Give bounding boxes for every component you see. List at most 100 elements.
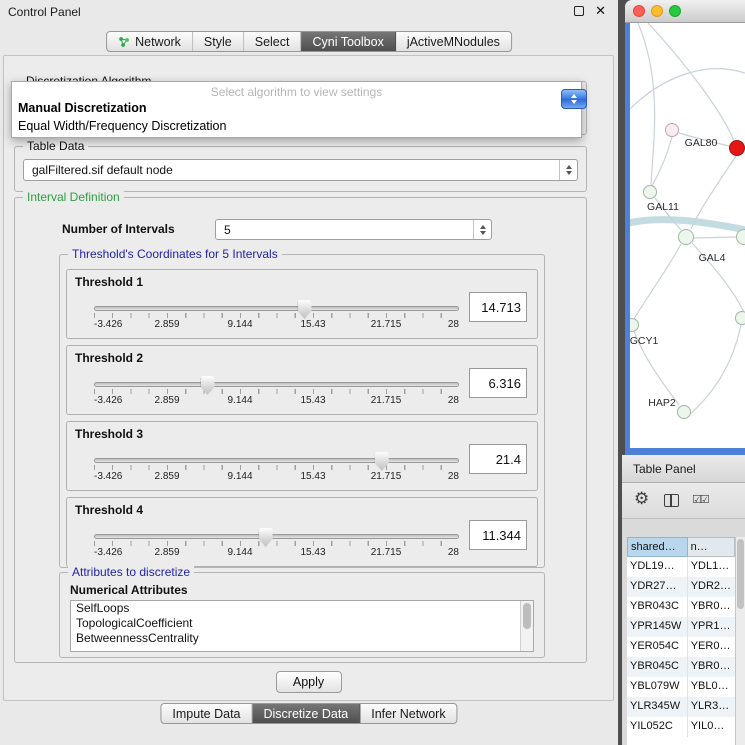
network-node[interactable] <box>729 140 745 156</box>
network-node[interactable] <box>643 185 657 199</box>
apply-button[interactable]: Apply <box>276 671 342 693</box>
table-row[interactable]: YPR145WYPR1… <box>627 617 735 637</box>
scrollbar-thumb[interactable] <box>523 603 531 629</box>
threshold-3-slider[interactable] <box>94 458 459 463</box>
threshold-2-slider[interactable] <box>94 382 459 387</box>
table-cell[interactable]: YER0… <box>688 637 735 657</box>
table-cell[interactable]: YBR045C <box>627 657 688 677</box>
threshold-1-value-field[interactable] <box>469 292 527 322</box>
stepper-up-icon <box>571 94 577 98</box>
tab-impute-data[interactable]: Impute Data <box>161 704 252 723</box>
tab-jactivemnodules[interactable]: jActiveMNodules <box>396 32 511 51</box>
table-body: YDL19…YDL1…YDR27…YDR2…YBR043CYBR0…YPR145… <box>627 557 735 737</box>
table-cell[interactable]: YER054C <box>627 637 688 657</box>
network-node[interactable] <box>735 311 745 325</box>
network-node[interactable] <box>677 405 691 419</box>
close-icon[interactable]: ✕ <box>595 5 606 16</box>
dropdown-option-manual-discretization[interactable]: Manual Discretization <box>12 99 581 117</box>
table-cell[interactable]: YLR3… <box>688 697 735 717</box>
dropdown-option-equal-width-frequency[interactable]: Equal Width/Frequency Discretization <box>12 117 581 135</box>
threshold-label: Threshold 2 <box>75 351 143 365</box>
table-row[interactable]: YDR27…YDR2… <box>627 577 735 597</box>
tab-cyni-toolbox[interactable]: Cyni Toolbox <box>301 32 395 51</box>
scrollbar-thumb[interactable] <box>737 539 744 609</box>
group-label: Table Data <box>23 139 88 153</box>
table-cell[interactable]: YDR27… <box>627 577 688 597</box>
tick-label: 21.715 <box>371 319 402 330</box>
attribute-item[interactable]: TopologicalCoefficient <box>71 616 533 631</box>
tick-label: 9.144 <box>227 319 252 330</box>
table-data-group: Table Data galFiltered.sif default node <box>14 146 587 192</box>
table-row[interactable]: YBR043CYBR0… <box>627 597 735 617</box>
table-cell[interactable]: YBR0… <box>688 657 735 677</box>
threshold-1-block: Threshold 1 -3.4262.8599.14415.4321.7152… <box>66 269 538 339</box>
node-label: HAP2 <box>648 397 675 409</box>
column-header-name[interactable]: n… <box>688 537 735 557</box>
dropdown-placeholder: Select algorithm to view settings <box>12 82 581 99</box>
table-row[interactable]: YDL19…YDL1… <box>627 557 735 577</box>
control-panel-window: Control Panel ✕ Network Style Select Cyn… <box>0 0 618 745</box>
tab-network[interactable]: Network <box>107 32 193 51</box>
table-cell[interactable]: YBR043C <box>627 597 688 617</box>
table-data-combo[interactable]: galFiltered.sif default node <box>23 159 578 181</box>
slider-tick-labels: -3.4262.8599.14415.4321.71528 <box>94 319 459 331</box>
table-cell[interactable]: YLR345W <box>627 697 688 717</box>
table-toolbar: ⚙ ☑☑ <box>622 483 745 519</box>
table-cell[interactable]: YPR145W <box>627 617 688 637</box>
table-cell[interactable]: YBL0… <box>688 677 735 697</box>
tick-label: 9.144 <box>227 471 252 482</box>
threshold-2-value-field[interactable] <box>469 368 527 398</box>
combo-stepper-icon <box>473 220 491 239</box>
slider-ticks <box>94 465 459 470</box>
threshold-3-block: Threshold 3 -3.4262.8599.14415.4321.7152… <box>66 421 538 491</box>
node-label: GAL11 <box>647 201 679 213</box>
table-cell[interactable]: YIL0… <box>688 717 735 737</box>
threshold-4-value-field[interactable] <box>469 520 527 550</box>
table-cell[interactable]: YDL19… <box>627 557 688 577</box>
columns-icon[interactable] <box>664 494 679 507</box>
threshold-3-value-field[interactable] <box>469 444 527 474</box>
group-label: Attributes to discretize <box>68 565 194 579</box>
minimize-traffic-icon[interactable] <box>651 5 663 17</box>
stepper-down-icon <box>571 100 577 104</box>
numerical-attributes-list[interactable]: SelfLoopsTopologicalCoefficientBetweenne… <box>70 600 534 652</box>
table-cell[interactable]: YBR0… <box>688 597 735 617</box>
tab-select[interactable]: Select <box>244 32 302 51</box>
zoom-traffic-icon[interactable] <box>669 5 681 17</box>
tick-label: 28 <box>448 319 459 330</box>
tab-style[interactable]: Style <box>193 32 244 51</box>
tick-label: -3.426 <box>94 547 122 558</box>
table-row[interactable]: YBL079WYBL0… <box>627 677 735 697</box>
float-window-icon[interactable] <box>574 6 584 16</box>
table-scrollbar[interactable] <box>735 537 745 745</box>
attribute-item[interactable]: SelfLoops <box>71 601 533 616</box>
attribute-item[interactable]: BetweennessCentrality <box>71 631 533 646</box>
column-header-shared-name[interactable]: shared… <box>627 537 688 557</box>
network-node[interactable] <box>678 229 694 245</box>
tab-infer-network[interactable]: Infer Network <box>360 704 456 723</box>
table-cell[interactable]: YBL079W <box>627 677 688 697</box>
tick-label: 2.859 <box>154 319 179 330</box>
table-row[interactable]: YER054CYER0… <box>627 637 735 657</box>
algorithm-combo-stepper[interactable] <box>561 89 587 109</box>
network-node[interactable] <box>736 229 745 245</box>
threshold-1-slider[interactable] <box>94 306 459 311</box>
table-row[interactable]: YLR345WYLR3… <box>627 697 735 717</box>
number-of-intervals-combo[interactable]: 5 <box>215 219 492 240</box>
table-row[interactable]: YBR045CYBR0… <box>627 657 735 677</box>
bottom-tab-bar: Impute Data Discretize Data Infer Networ… <box>160 703 457 724</box>
window-title: Control Panel <box>8 5 81 19</box>
gear-icon[interactable]: ⚙ <box>634 490 649 507</box>
table-cell[interactable]: YIL052C <box>627 717 688 737</box>
table-row[interactable]: YIL052CYIL0… <box>627 717 735 737</box>
table-cell[interactable]: YDL1… <box>688 557 735 577</box>
select-columns-icon[interactable]: ☑☑ <box>692 493 708 507</box>
table-cell[interactable]: YDR2… <box>688 577 735 597</box>
network-canvas[interactable]: GAL80GAL11GAL4GCY1HAP2 <box>630 23 745 448</box>
list-scrollbar[interactable] <box>520 601 533 651</box>
close-traffic-icon[interactable] <box>633 5 645 17</box>
tab-discretize-data[interactable]: Discretize Data <box>253 704 361 723</box>
table-cell[interactable]: YPR1… <box>688 617 735 637</box>
network-node[interactable] <box>665 123 679 137</box>
threshold-4-slider[interactable] <box>94 534 459 539</box>
